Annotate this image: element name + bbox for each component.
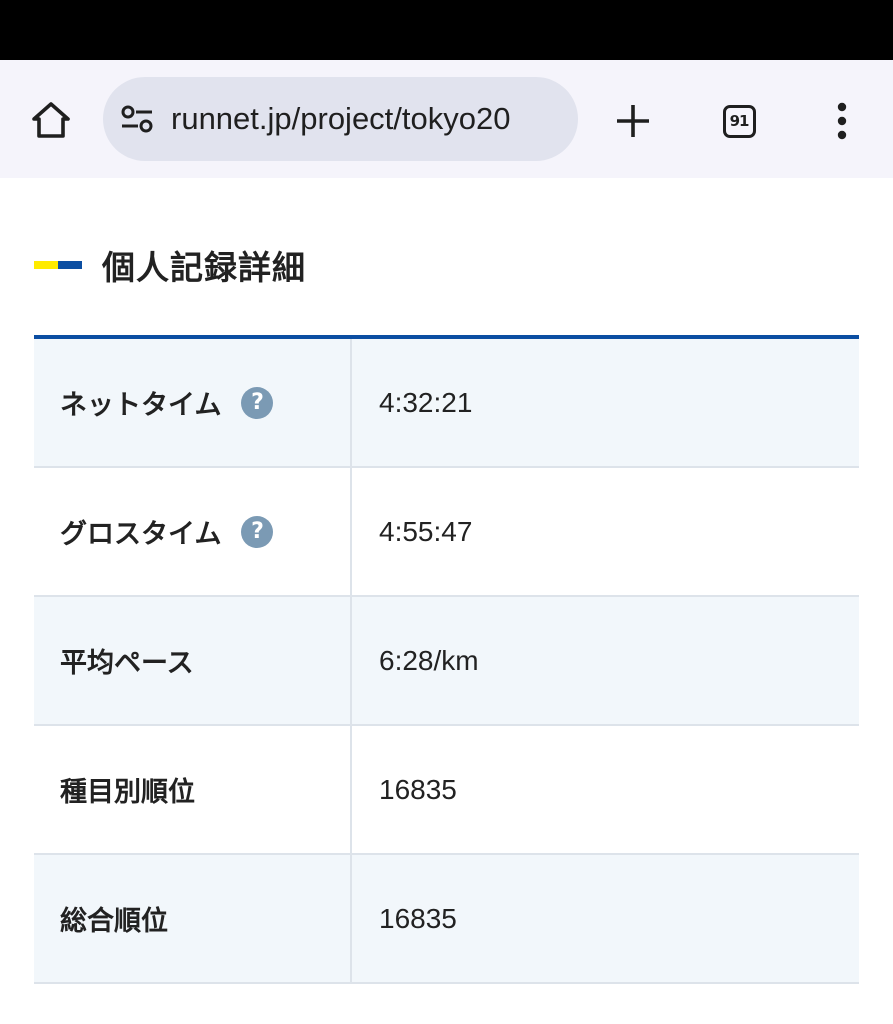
row-label: ネットタイム ? bbox=[34, 339, 352, 466]
tab-count: 91 bbox=[722, 104, 756, 138]
category-rank-label: 種目別順位 bbox=[34, 726, 352, 853]
home-button[interactable] bbox=[24, 96, 78, 144]
home-icon bbox=[32, 102, 70, 138]
address-bar[interactable]: runnet.jp/project/tokyo20 bbox=[103, 77, 578, 161]
question-icon[interactable]: ? bbox=[241, 386, 274, 419]
heading-marker bbox=[34, 261, 82, 269]
row-label: グロスタイム ? bbox=[34, 468, 352, 595]
page-title: 個人記録詳細 bbox=[102, 248, 306, 287]
tune-icon bbox=[121, 105, 153, 133]
more-vert-icon bbox=[837, 102, 847, 140]
category-rank-value: 16835 bbox=[379, 773, 457, 805]
gross-time-value: 4:55:47 bbox=[379, 515, 473, 547]
average-pace-value: 6:28/km bbox=[379, 644, 479, 676]
overall-rank-value: 16835 bbox=[379, 902, 457, 934]
table-row: 総合順位 16835 bbox=[34, 855, 859, 984]
status-bar bbox=[0, 0, 893, 60]
net-time-value: 4:32:21 bbox=[379, 386, 473, 418]
browser-toolbar: runnet.jp/project/tokyo20 91 bbox=[0, 60, 893, 178]
tab-switcher-button[interactable]: 91 bbox=[714, 96, 764, 146]
table-row: 平均ペース 6:28/km bbox=[34, 597, 859, 726]
menu-button[interactable] bbox=[818, 96, 866, 146]
table-row: 種目別順位 16835 bbox=[34, 726, 859, 855]
section-heading: 個人記録詳細 bbox=[34, 236, 306, 294]
gross-time-label: グロスタイム bbox=[60, 519, 222, 550]
plus-icon bbox=[617, 105, 649, 137]
url-text[interactable]: runnet.jp/project/tokyo20 bbox=[171, 77, 511, 161]
overall-rank-label: 総合順位 bbox=[34, 855, 352, 982]
table-row: ネットタイム ? 4:32:21 bbox=[34, 339, 859, 468]
new-tab-button[interactable] bbox=[608, 96, 658, 146]
table-row: グロスタイム ? 4:55:47 bbox=[34, 468, 859, 597]
net-time-label: ネットタイム bbox=[60, 390, 222, 421]
question-icon[interactable]: ? bbox=[241, 515, 274, 548]
average-pace-label: 平均ペース bbox=[34, 597, 352, 724]
site-info-button[interactable] bbox=[119, 103, 155, 135]
record-table: ネットタイム ? 4:32:21 グロスタイム ? 4:55:47 平均ペース … bbox=[34, 335, 859, 984]
